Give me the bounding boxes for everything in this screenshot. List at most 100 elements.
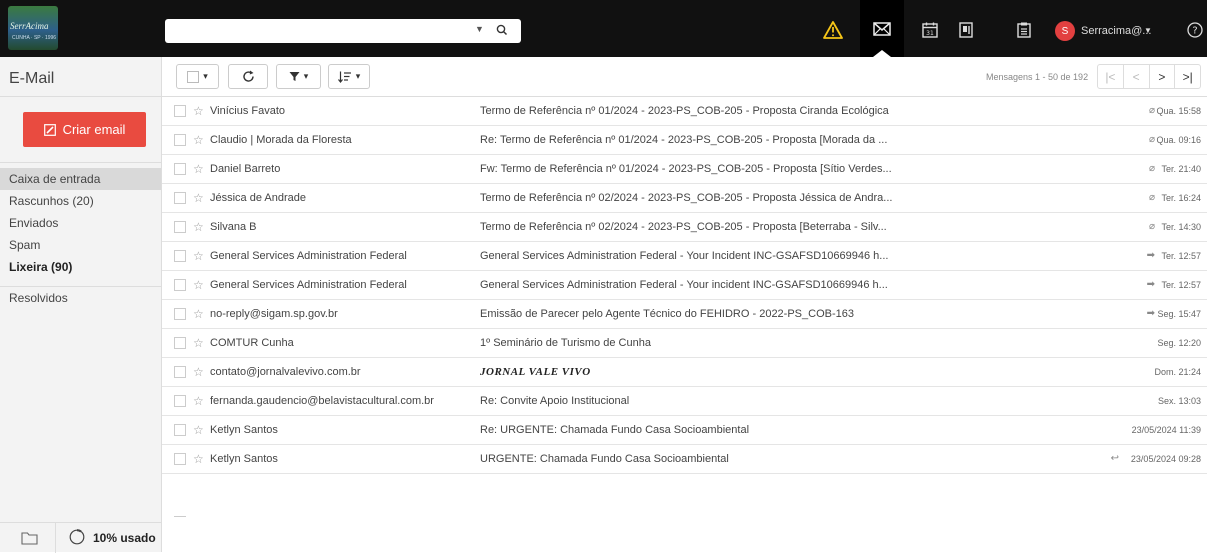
next-page-button[interactable]: > — [1148, 65, 1175, 88]
star-icon[interactable]: ☆ — [193, 220, 204, 234]
attachment-icon: ⌀ — [1148, 134, 1155, 145]
message-date: Ter. 16:24 — [1161, 193, 1201, 203]
message-subject: JORNAL VALE VIVO — [480, 366, 591, 378]
user-avatar[interactable]: S — [1055, 21, 1075, 41]
message-checkbox[interactable] — [174, 279, 186, 291]
active-tab-indicator — [873, 50, 891, 57]
app-logo[interactable]: SerrAcima CUNHA · SP · 1996 — [8, 6, 58, 50]
sidebar-footer: 10% usado — [0, 522, 161, 553]
star-icon[interactable]: ☆ — [193, 423, 204, 437]
compose-icon — [43, 123, 56, 136]
compose-button[interactable]: Criar email — [23, 112, 146, 147]
message-row[interactable]: ☆ Jéssica de Andrade Termo de Referência n… — [162, 184, 1207, 213]
chevron-down-icon: ▾ — [303, 71, 309, 81]
message-sender: Jéssica de Andrade — [210, 192, 307, 204]
previous-page-button[interactable]: < — [1122, 65, 1149, 88]
folder-trash[interactable]: Lixeira (90) — [0, 256, 161, 278]
message-row[interactable]: ☆ General Services Administration Federal… — [162, 271, 1207, 300]
message-row[interactable]: ☆ no-reply@sigam.sp.gov.br Emissão de Pare… — [162, 300, 1207, 329]
message-checkbox[interactable] — [174, 192, 186, 204]
star-icon[interactable]: ☆ — [193, 104, 204, 118]
message-checkbox[interactable] — [174, 424, 186, 436]
folder-inbox[interactable]: Caixa de entrada — [0, 168, 161, 190]
message-row[interactable]: ☆ COMTUR Cunha 1º Seminário de Turismo de … — [162, 329, 1207, 358]
message-sender: contato@jornalvalevivo.com.br — [210, 366, 361, 378]
select-all-dropdown[interactable]: ▾ — [176, 64, 219, 89]
message-checkbox[interactable] — [174, 337, 186, 349]
star-icon[interactable]: ☆ — [193, 133, 204, 147]
star-icon[interactable]: ☆ — [193, 162, 204, 176]
folder-manager-icon[interactable] — [21, 531, 38, 545]
select-all-checkbox[interactable] — [187, 70, 200, 83]
folder-drafts[interactable]: Rascunhos (20) — [0, 190, 161, 212]
message-sender: Daniel Barreto — [210, 163, 281, 175]
message-subject: Termo de Referência nº 02/2024 - 2023-PS… — [480, 192, 893, 204]
attachment-icon: ⌀ — [1148, 221, 1155, 232]
message-row[interactable]: ☆ Daniel Barreto Fw: Termo de Referência n… — [162, 155, 1207, 184]
quota-usage-label: 10% usado — [93, 531, 156, 545]
message-row[interactable]: ☆ fernanda.gaudencio@belavistacultural.co… — [162, 387, 1207, 416]
folder-sent[interactable]: Enviados — [0, 212, 161, 234]
divider — [0, 162, 161, 163]
message-checkbox[interactable] — [174, 516, 186, 517]
first-page-button[interactable]: |< — [1098, 65, 1123, 88]
chevron-down-icon: ▾ — [355, 71, 361, 81]
message-row[interactable]: ☆ Ketlyn Santos Re: URGENTE: Chamada Fundo… — [162, 416, 1207, 445]
search-input[interactable]: ▼ — [165, 19, 521, 43]
star-icon[interactable]: ☆ — [193, 336, 204, 350]
star-icon[interactable]: ☆ — [193, 452, 204, 466]
star-icon[interactable]: ☆ — [193, 365, 204, 379]
message-checkbox[interactable] — [174, 250, 186, 262]
user-account-name[interactable]: Serracima@... — [1081, 25, 1151, 37]
message-sender: Vinícius Favato — [210, 105, 286, 117]
star-icon[interactable]: ☆ — [193, 394, 204, 408]
message-row[interactable]: ☆ Silvana B Termo de Referência nº 02/2024… — [162, 213, 1207, 242]
message-row[interactable]: ☆ contato@jornalvalevivo.com.br JORNAL VAL… — [162, 358, 1207, 387]
message-row[interactable]: ☆ Vinícius Favato Termo de Referência nº 0… — [162, 97, 1207, 126]
search-options-chevron-icon[interactable]: ▼ — [475, 24, 484, 34]
message-checkbox[interactable] — [174, 453, 186, 465]
tasks-icon[interactable] — [1011, 18, 1037, 42]
mail-icon[interactable] — [860, 0, 904, 57]
message-row[interactable]: ☆ Claudio | Morada da Floresta Re: Termo d… — [162, 126, 1207, 155]
message-checkbox[interactable] — [174, 163, 186, 175]
message-subject: General Services Administration Federal … — [480, 279, 888, 291]
message-date: Qua. 15:58 — [1156, 106, 1201, 116]
last-page-button[interactable]: >| — [1174, 65, 1200, 88]
help-icon[interactable]: ? — [1187, 22, 1203, 38]
refresh-button[interactable] — [228, 64, 268, 89]
filter-dropdown[interactable]: ▾ — [276, 64, 321, 89]
refresh-icon — [242, 70, 254, 82]
message-checkbox[interactable] — [174, 221, 186, 233]
star-icon[interactable]: ☆ — [193, 191, 204, 205]
message-date: Ter. 12:57 — [1161, 251, 1201, 261]
message-subject: Fw: Termo de Referência nº 01/2024 - 202… — [480, 163, 892, 175]
calendar-icon[interactable]: 31 — [917, 18, 943, 42]
pagination-controls: |< < > >| — [1097, 64, 1201, 89]
message-checkbox[interactable] — [174, 366, 186, 378]
folder-spam[interactable]: Spam — [0, 234, 161, 256]
star-icon[interactable]: ☆ — [193, 307, 204, 321]
user-menu-chevron-icon[interactable]: ▼ — [1144, 26, 1152, 35]
message-subject: Re: URGENTE: Chamada Fundo Casa Socioamb… — [480, 424, 750, 436]
message-subject: Termo de Referência nº 01/2024 - 2023-PS… — [480, 105, 889, 117]
message-date: Ter. 14:30 — [1161, 222, 1201, 232]
message-checkbox[interactable] — [174, 395, 186, 407]
message-row[interactable]: ☆ General Services Administration Federal… — [162, 242, 1207, 271]
message-date: 23/05/2024 11:39 — [1131, 425, 1201, 435]
contacts-icon[interactable] — [953, 18, 979, 42]
message-checkbox[interactable] — [174, 308, 186, 320]
message-sender: Ketlyn Santos — [210, 424, 278, 436]
sort-dropdown[interactable]: ▾ — [328, 64, 370, 89]
folder-resolved[interactable]: Resolvidos — [0, 287, 161, 309]
message-checkbox[interactable] — [174, 105, 186, 117]
chevron-down-icon: ▾ — [203, 71, 208, 81]
message-row[interactable]: ☆ Ketlyn Santos URGENTE: Chamada Fundo Cas… — [162, 445, 1207, 474]
star-icon[interactable]: ☆ — [193, 249, 204, 263]
search-icon[interactable] — [495, 23, 509, 37]
message-checkbox[interactable] — [174, 134, 186, 146]
message-sender: Silvana B — [210, 221, 257, 233]
star-icon[interactable]: ☆ — [193, 278, 204, 292]
warning-icon[interactable] — [820, 18, 846, 42]
message-subject: URGENTE: Chamada Fundo Casa Socioambient… — [480, 453, 729, 465]
